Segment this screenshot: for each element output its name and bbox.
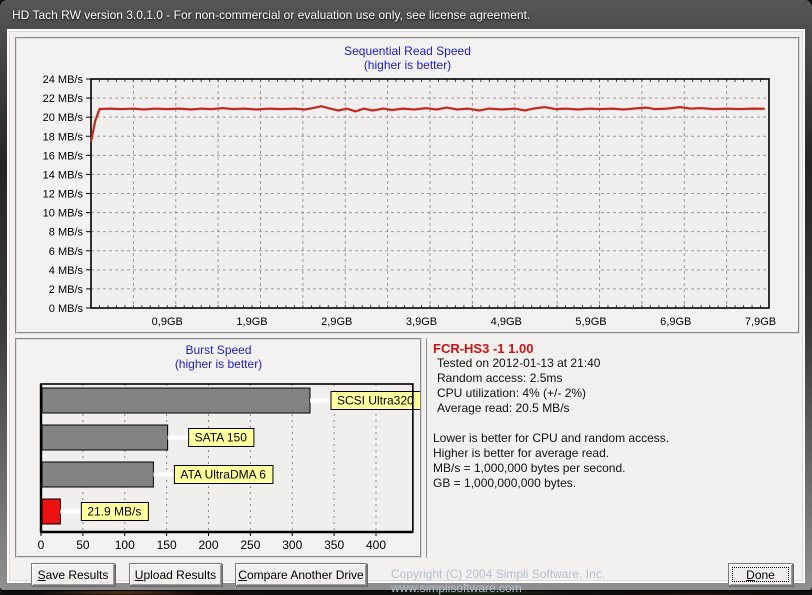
svg-text:2,9GB: 2,9GB <box>321 316 352 328</box>
svg-text:5,9GB: 5,9GB <box>575 316 606 328</box>
results-notes: Lower is better for CPU and random acces… <box>433 431 798 491</box>
save-results-button[interactable]: Save Results <box>31 563 115 586</box>
copyright-text: Copyright (C) 2004 Simpli Software, Inc.… <box>391 567 606 595</box>
svg-text:150: 150 <box>157 538 177 552</box>
compare-another-drive-button[interactable]: Compare Another Drive <box>235 563 367 586</box>
svg-text:22 MB/s: 22 MB/s <box>43 93 84 105</box>
svg-text:50: 50 <box>76 538 90 552</box>
svg-text:200: 200 <box>198 538 218 552</box>
svg-text:21.9 MB/s: 21.9 MB/s <box>87 505 141 519</box>
drive-title: FCR-HS3 -1 1.00 <box>433 341 534 356</box>
burst-speed-chart: SCSI Ultra320 SATA 150 ATA UltraDMA 6 21.9 … <box>38 383 420 552</box>
svg-text:400: 400 <box>366 538 386 552</box>
info-line: GB = 1,000,000,000 bytes. <box>433 476 577 490</box>
svg-text:24 MB/s: 24 MB/s <box>43 74 84 86</box>
window-title: HD Tach RW version 3.0.1.0 - For non-com… <box>12 7 531 22</box>
sequential-read-panel: Sequential Read Speed (higher is better)… <box>15 37 800 334</box>
burst-speed-title: Burst Speed <box>185 343 252 357</box>
svg-text:1,9GB: 1,9GB <box>236 316 267 328</box>
sequential-read-chart: 0 MB/s 2 MB/s 4 MB/s 6 MB/s 8 MB/s 10 MB/s 12 … <box>43 74 776 328</box>
app-window: HD Tach RW version 3.0.1.0 - For non-com… <box>0 0 812 595</box>
svg-text:0: 0 <box>38 538 45 552</box>
svg-text:7,9GB: 7,9GB <box>745 316 776 328</box>
svg-text:2 MB/s: 2 MB/s <box>49 284 84 296</box>
svg-text:16 MB/s: 16 MB/s <box>43 150 84 162</box>
info-line: Higher is better for average read. <box>433 446 610 460</box>
svg-text:20 MB/s: 20 MB/s <box>43 112 84 124</box>
svg-text:4 MB/s: 4 MB/s <box>49 265 84 277</box>
burst-speed-panel: Burst Speed (higher is better) SCSI Ultr… <box>15 338 422 558</box>
info-line: Average read: 20.5 MB/s <box>437 401 570 415</box>
svg-text:4,9GB: 4,9GB <box>491 316 522 328</box>
svg-text:6 MB/s: 6 MB/s <box>49 246 84 258</box>
info-line: MB/s = 1,000,000 bytes per second. <box>433 461 626 475</box>
title-bar[interactable]: HD Tach RW version 3.0.1.0 - For non-com… <box>0 0 812 29</box>
client-area: Sequential Read Speed (higher is better)… <box>7 29 805 595</box>
svg-text:350: 350 <box>324 538 344 552</box>
results-info-panel: FCR-HS3 -1 1.00 Tested on 2012-01-13 at … <box>426 338 798 558</box>
svg-text:14 MB/s: 14 MB/s <box>43 169 84 181</box>
svg-text:SATA 150: SATA 150 <box>195 431 248 445</box>
svg-text:3,9GB: 3,9GB <box>406 316 437 328</box>
svg-text:ATA UltraDMA 6: ATA UltraDMA 6 <box>180 468 266 482</box>
svg-text:8 MB/s: 8 MB/s <box>49 227 84 239</box>
svg-text:0,9GB: 0,9GB <box>152 316 183 328</box>
svg-text:6,9GB: 6,9GB <box>660 316 691 328</box>
svg-text:SCSI Ultra320: SCSI Ultra320 <box>337 394 414 408</box>
svg-text:12 MB/s: 12 MB/s <box>43 189 84 201</box>
info-line: CPU utilization: 4% (+/- 2%) <box>437 386 587 400</box>
info-line: Lower is better for CPU and random acces… <box>433 431 670 445</box>
svg-text:100: 100 <box>115 538 135 552</box>
svg-text:250: 250 <box>240 538 260 552</box>
burst-speed-subtitle: (higher is better) <box>174 357 263 371</box>
svg-text:18 MB/s: 18 MB/s <box>43 131 84 143</box>
svg-text:300: 300 <box>282 538 302 552</box>
upload-results-button[interactable]: Upload Results <box>129 563 222 586</box>
drive-stats: Tested on 2012-01-13 at 21:40 Random acce… <box>433 356 798 416</box>
info-line: Random access: 2.5ms <box>437 371 563 385</box>
svg-text:10 MB/s: 10 MB/s <box>43 208 84 220</box>
done-button[interactable]: Done <box>728 563 793 586</box>
svg-text:0 MB/s: 0 MB/s <box>49 303 84 315</box>
info-line: Tested on 2012-01-13 at 21:40 <box>437 356 601 370</box>
